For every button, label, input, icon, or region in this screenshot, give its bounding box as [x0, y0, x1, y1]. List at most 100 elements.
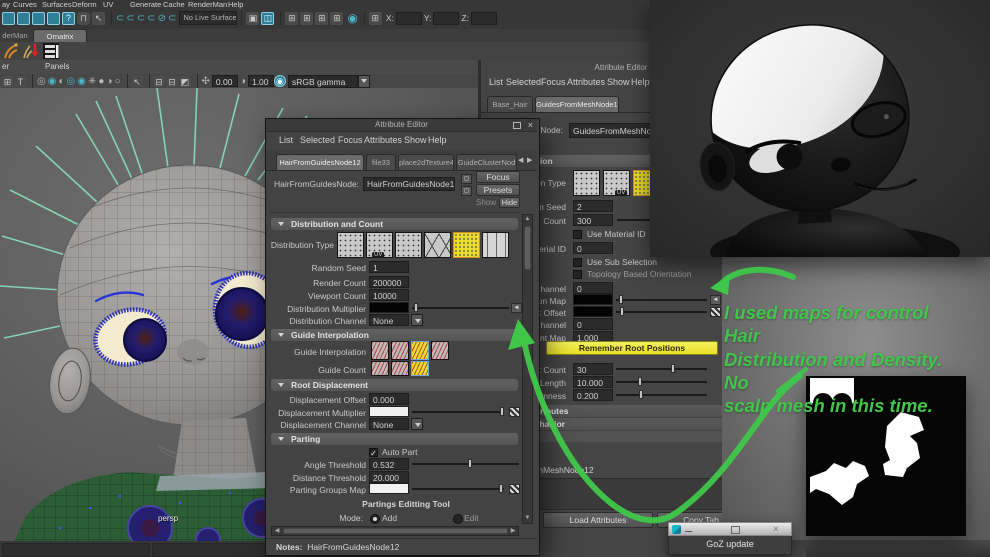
- image-plane-icon[interactable]: ◐: [58, 75, 64, 88]
- guide-interp-swatch-2[interactable]: [391, 341, 409, 360]
- dist-swatch-3[interactable]: [395, 232, 422, 258]
- parting-groups-map-field[interactable]: [369, 483, 409, 494]
- dist-channel-dropdown-arrow[interactable]: [411, 314, 423, 326]
- float-horizontal-scrollbar[interactable]: ◀ ▶: [271, 526, 519, 536]
- selection-mask-component-icon[interactable]: [32, 12, 45, 25]
- y-coord-field[interactable]: [433, 12, 459, 25]
- render-current-frame-icon[interactable]: ⊞: [285, 12, 298, 25]
- dist-multiplier-slider[interactable]: [412, 303, 509, 312]
- close-window-icon[interactable]: ×: [528, 119, 533, 131]
- lights-icon[interactable]: ○: [114, 75, 120, 88]
- disp-channel-dropdown-arrow[interactable]: [411, 418, 423, 430]
- tab-scroll-right-icon[interactable]: ▶: [527, 156, 532, 164]
- tab-scroll-left-icon[interactable]: ◀: [518, 156, 523, 164]
- view-transform-dropdown-arrow[interactable]: [358, 75, 370, 88]
- selection-mask-mesh-icon[interactable]: [47, 12, 60, 25]
- dock-menu-focus[interactable]: Focus: [541, 77, 566, 87]
- parting-groups-map-button[interactable]: [509, 484, 520, 494]
- selection-mask-object-icon[interactable]: [17, 12, 30, 25]
- disp-offset-field[interactable]: 0.000: [369, 393, 409, 405]
- dock-menu-attributes[interactable]: Attributes: [567, 77, 605, 87]
- menu-renderman[interactable]: RenderMan: [188, 0, 227, 9]
- xray-icon[interactable]: ⊟: [154, 76, 165, 87]
- viewport-count-field[interactable]: 10000: [369, 289, 409, 301]
- lock-icon[interactable]: ⊓: [77, 12, 90, 25]
- guide-interp-swatch-3-selected[interactable]: [411, 341, 429, 360]
- menu-cache[interactable]: Cache: [163, 0, 185, 9]
- parting-groups-map-slider[interactable]: [412, 484, 504, 493]
- dock-map-channel-field[interactable]: 0: [573, 318, 613, 330]
- dock-dist-map-slider[interactable]: [616, 295, 707, 304]
- grid-toggle-icon[interactable]: ⊞: [2, 76, 13, 87]
- guide-interp-swatch-1[interactable]: [371, 341, 389, 360]
- guide-count-swatch-3-selected[interactable]: [411, 361, 429, 376]
- scroll-up-icon[interactable]: ▲: [523, 215, 532, 224]
- distance-threshold-field[interactable]: 20.000: [369, 471, 409, 483]
- snap-grid-icon[interactable]: ⊂: [116, 12, 124, 25]
- viewport-menu-panels[interactable]: Panels: [45, 62, 69, 71]
- dock-length-field[interactable]: 10.000: [573, 376, 613, 388]
- remember-root-positions-button[interactable]: Remember Root Positions: [546, 341, 718, 355]
- z-coord-field[interactable]: [471, 12, 497, 25]
- dock-disp-offset-field[interactable]: [573, 306, 613, 317]
- camera-attrs-icon[interactable]: ◎: [37, 75, 46, 88]
- textured-icon[interactable]: ◑: [106, 75, 112, 88]
- goz-titlebar[interactable]: ×: [668, 522, 792, 536]
- scroll-right-icon[interactable]: ▶: [509, 527, 517, 536]
- dock-dist-map-field[interactable]: [573, 294, 613, 305]
- dock-randomness-slider[interactable]: [616, 390, 707, 399]
- film-gate-icon[interactable]: T: [15, 76, 26, 87]
- dock-randomness-field[interactable]: 0.200: [573, 389, 613, 401]
- disp-multiplier-field[interactable]: [369, 406, 409, 417]
- tab-place2dtexture45[interactable]: place2dTexture45: [398, 154, 454, 170]
- oversampling-icon[interactable]: ◉: [77, 75, 86, 88]
- snap-view-plane-icon[interactable]: ⊘: [158, 12, 166, 25]
- float-menu-focus[interactable]: Focus: [338, 135, 363, 145]
- exposure-icon[interactable]: ✣: [202, 75, 210, 88]
- isolate-select-icon[interactable]: ↖: [132, 76, 143, 87]
- hide-button[interactable]: Hide: [499, 197, 520, 208]
- shelf-tab-renderman[interactable]: derMan: [0, 30, 30, 42]
- tab-base-hair[interactable]: Base_Hair: [487, 96, 533, 112]
- section-root-displacement[interactable]: Root Displacement: [271, 379, 518, 391]
- 2d-pan-zoom-icon[interactable]: ◎: [67, 75, 76, 88]
- menu-help[interactable]: Help: [228, 0, 243, 9]
- guide-count-swatch-2[interactable]: [391, 361, 409, 376]
- random-seed-field[interactable]: 1: [369, 261, 409, 273]
- menu-surfaces[interactable]: Surfaces: [42, 0, 72, 9]
- mode-add-radio[interactable]: [370, 514, 380, 524]
- gamma-icon[interactable]: ◑: [240, 75, 246, 88]
- open-render-view-icon[interactable]: ◫: [261, 12, 274, 25]
- disp-channel-dropdown[interactable]: None: [369, 418, 409, 430]
- goz-maximize-icon[interactable]: [731, 526, 740, 534]
- menu-curves[interactable]: Curves: [13, 0, 37, 9]
- construction-history-icon[interactable]: ▣: [246, 12, 259, 25]
- exposure-toggle-icon[interactable]: ◩: [180, 76, 191, 87]
- view-transform-dropdown[interactable]: sRGB gamma: [288, 75, 358, 88]
- dock-dist-channel-field[interactable]: 0: [573, 282, 613, 294]
- section-distribution-and-count[interactable]: Distribution and Count: [271, 218, 518, 230]
- node-in-connection-icon[interactable]: ◻: [461, 186, 472, 196]
- render-globe-icon[interactable]: ◉: [347, 12, 357, 25]
- restore-window-icon[interactable]: [513, 122, 521, 129]
- tab-guideclusternode[interactable]: GuideClusterNod: [456, 154, 517, 170]
- scroll-down-icon[interactable]: ▼: [523, 514, 532, 523]
- float-menu-selected[interactable]: Selected: [300, 135, 335, 145]
- dock-dist-map-button[interactable]: ◄: [710, 295, 721, 305]
- ornatrix-hair-from-guides-icon[interactable]: [22, 42, 40, 60]
- float-vertical-scrollbar[interactable]: ▲ ▼: [522, 214, 533, 524]
- tab-hairfromguidesnode12[interactable]: HairFromGuidesNode12: [276, 154, 364, 170]
- ornatrix-guides-icon[interactable]: [2, 42, 20, 60]
- highlight-selection-icon[interactable]: ↖: [92, 12, 105, 25]
- angle-threshold-slider[interactable]: [412, 459, 519, 468]
- vertical-scroll-thumb[interactable]: [524, 226, 531, 270]
- dist-multiplier-field[interactable]: [369, 302, 409, 313]
- bookmarks-icon[interactable]: ◉: [48, 75, 57, 88]
- make-live-icon[interactable]: ⊂: [168, 12, 176, 25]
- mode-edit-radio[interactable]: [453, 514, 463, 524]
- float-ae-titlebar[interactable]: Attribute Editor ×: [266, 119, 537, 132]
- presets-button[interactable]: Presets: [476, 184, 520, 196]
- section-parting[interactable]: Parting: [271, 433, 518, 445]
- no-live-surface-field[interactable]: No Live Surface: [179, 11, 237, 25]
- xray-joints-icon[interactable]: ⊟: [167, 76, 178, 87]
